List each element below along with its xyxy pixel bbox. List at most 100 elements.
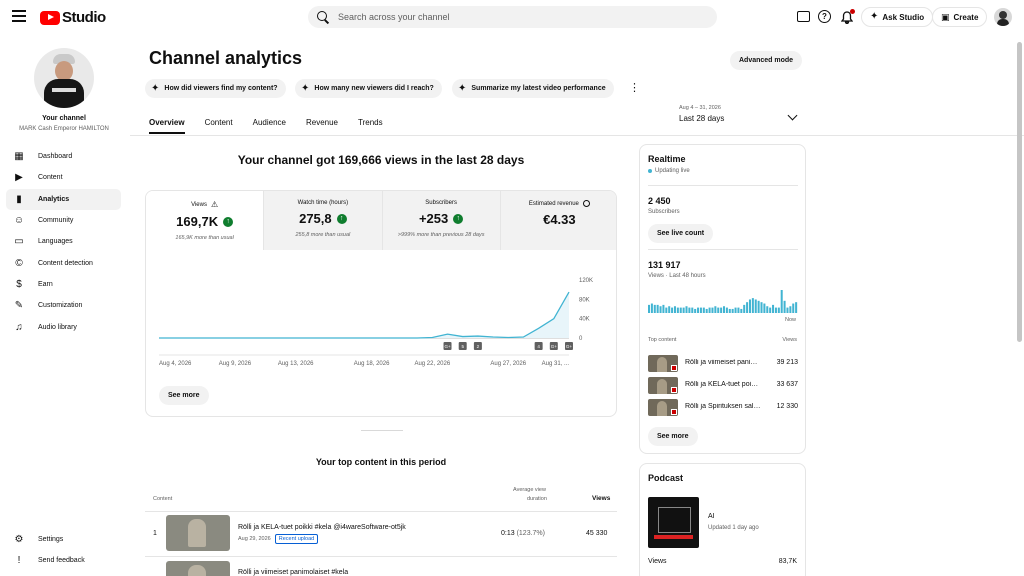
metric-tab-revenue[interactable]: Estimated revenue €4.33 xyxy=(499,191,616,250)
sidebar-item-community[interactable]: ☺ Community xyxy=(6,210,121,231)
realtime-bar[interactable] xyxy=(699,307,702,313)
search-input[interactable] xyxy=(338,12,698,22)
top-content-item[interactable]: Rölli ja viimeiset panimolaiset #kela 39 … xyxy=(648,355,798,372)
realtime-bar[interactable] xyxy=(650,303,653,313)
realtime-bar[interactable] xyxy=(769,307,772,313)
podcast-name[interactable]: AI xyxy=(708,513,715,520)
video-title-link[interactable]: Rölli ja KELA-tuet poikki #kela @i4wareS… xyxy=(238,524,406,531)
video-thumbnail[interactable] xyxy=(166,561,230,576)
studio-logo[interactable]: Studio xyxy=(40,9,106,26)
notifications-icon[interactable] xyxy=(840,9,855,24)
realtime-bar[interactable] xyxy=(653,304,656,313)
tab-revenue[interactable]: Revenue xyxy=(306,112,338,134)
realtime-bar[interactable] xyxy=(705,308,708,313)
scroll-thumb[interactable] xyxy=(1017,42,1022,342)
top-content-item[interactable]: Rölli ja Spirituksen salaisuus 12 330 xyxy=(648,399,798,416)
realtime-see-more-button[interactable]: See more xyxy=(648,427,698,446)
realtime-bar[interactable] xyxy=(659,306,662,313)
tab-content[interactable]: Content xyxy=(205,112,233,134)
ask-studio-button[interactable]: ✦ Ask Studio xyxy=(861,7,934,27)
realtime-bar[interactable] xyxy=(760,302,763,313)
top-content-item[interactable]: Rölli ja KELA-tuet poikki #kela 33 637 xyxy=(648,377,798,394)
advanced-mode-button[interactable]: Advanced mode xyxy=(730,51,803,70)
sidebar-item-content-detection[interactable]: © Content detection xyxy=(6,252,121,273)
date-range-picker[interactable]: Aug 4 – 31, 2026 Last 28 days xyxy=(679,105,724,123)
realtime-bar[interactable] xyxy=(766,306,769,313)
realtime-bar[interactable] xyxy=(763,303,766,313)
tab-overview[interactable]: Overview xyxy=(149,112,185,134)
suggestion-chip-3[interactable]: ✦ Summarize my latest video performance xyxy=(452,79,614,98)
realtime-bar[interactable] xyxy=(774,307,777,313)
col-header-avg-duration-1[interactable]: Average view xyxy=(513,487,546,493)
realtime-bar[interactable] xyxy=(679,307,682,313)
views-series-line[interactable] xyxy=(159,291,570,339)
suggestion-chip-2[interactable]: ✦ How many new viewers did I reach? xyxy=(295,79,442,98)
realtime-bar[interactable] xyxy=(682,307,685,313)
more-options-icon[interactable]: ⋮ xyxy=(629,82,640,94)
realtime-bar[interactable] xyxy=(731,308,734,313)
podcast-artwork[interactable] xyxy=(648,497,699,548)
realtime-bar[interactable] xyxy=(786,307,789,313)
realtime-bar[interactable] xyxy=(673,306,676,313)
realtime-bar[interactable] xyxy=(780,290,783,313)
sidebar-item-content[interactable]: ▶ Content xyxy=(6,167,121,188)
realtime-bar[interactable] xyxy=(740,308,743,313)
sidebar-item-analytics[interactable]: ▮ Analytics xyxy=(6,188,121,210)
create-button[interactable]: ▣ Create xyxy=(932,7,988,27)
menu-icon[interactable] xyxy=(12,10,28,24)
realtime-bar[interactable] xyxy=(671,307,674,313)
metric-tab-subscribers[interactable]: Subscribers +253 ↑ >999% more than previo… xyxy=(381,191,500,250)
realtime-bar[interactable] xyxy=(720,307,723,313)
sidebar-item-send-feedback[interactable]: ! Send feedback xyxy=(6,550,121,571)
search-icon[interactable] xyxy=(316,10,330,24)
suggestion-chip-1[interactable]: ✦ How did viewers find my content? xyxy=(145,79,286,98)
messages-icon[interactable] xyxy=(797,11,810,22)
realtime-bar[interactable] xyxy=(702,307,705,313)
realtime-bar[interactable] xyxy=(697,307,700,313)
realtime-bar[interactable] xyxy=(711,307,714,313)
realtime-bar[interactable] xyxy=(725,307,728,313)
channel-avatar[interactable] xyxy=(34,48,94,108)
realtime-bar[interactable] xyxy=(662,304,665,313)
realtime-bar[interactable] xyxy=(694,308,697,313)
realtime-bar[interactable] xyxy=(746,302,749,313)
tab-trends[interactable]: Trends xyxy=(358,112,383,134)
realtime-bar[interactable] xyxy=(714,306,717,313)
realtime-bar[interactable] xyxy=(751,298,754,313)
realtime-bar[interactable] xyxy=(792,303,795,313)
realtime-bar[interactable] xyxy=(789,306,792,313)
realtime-bar[interactable] xyxy=(648,304,651,313)
realtime-bar[interactable] xyxy=(754,299,757,313)
video-title-link[interactable]: Rölli ja viimeiset panimolaiset #kela xyxy=(238,569,348,576)
sidebar-item-settings[interactable]: ⚙ Settings xyxy=(6,529,121,550)
metric-tab-watch-time[interactable]: Watch time (hours) 275,8 ↑ 255,8 more tha… xyxy=(263,191,382,250)
account-avatar[interactable] xyxy=(994,8,1012,26)
realtime-bar[interactable] xyxy=(676,307,679,313)
see-more-button[interactable]: See more xyxy=(159,386,209,405)
help-icon[interactable]: ? xyxy=(818,10,831,23)
views-line-chart[interactable]: 120K80K40K0G+ 5 2 4 G+ G+Aug 4, 2026 Aug 9, 20… xyxy=(146,250,617,375)
video-thumbnail[interactable] xyxy=(166,515,230,551)
realtime-bar[interactable] xyxy=(757,300,760,313)
metric-tab-views[interactable]: Views ⚠ 169,7K ↑ 165,9K more than usual xyxy=(146,191,264,250)
realtime-bar[interactable] xyxy=(665,307,668,313)
col-header-avg-duration-2[interactable]: duration xyxy=(527,496,547,502)
realtime-bar[interactable] xyxy=(772,304,775,313)
page-scrollbar[interactable] xyxy=(1017,36,1022,574)
realtime-bar[interactable] xyxy=(728,308,731,313)
realtime-bar[interactable] xyxy=(748,299,751,313)
realtime-bar[interactable] xyxy=(668,306,671,313)
realtime-bar-chart[interactable] xyxy=(648,288,798,313)
realtime-bar[interactable] xyxy=(737,307,740,313)
realtime-bar[interactable] xyxy=(708,307,711,313)
sidebar-item-earn[interactable]: $ Earn xyxy=(6,274,121,295)
realtime-bar[interactable] xyxy=(783,300,786,313)
sidebar-item-dashboard[interactable]: ▦ Dashboard xyxy=(6,146,121,167)
realtime-bar[interactable] xyxy=(717,307,720,313)
tab-audience[interactable]: Audience xyxy=(253,112,286,134)
realtime-bar[interactable] xyxy=(743,304,746,313)
search-bar[interactable] xyxy=(308,6,717,28)
realtime-bar[interactable] xyxy=(777,307,780,313)
realtime-bar[interactable] xyxy=(685,306,688,313)
realtime-bar[interactable] xyxy=(795,302,798,313)
